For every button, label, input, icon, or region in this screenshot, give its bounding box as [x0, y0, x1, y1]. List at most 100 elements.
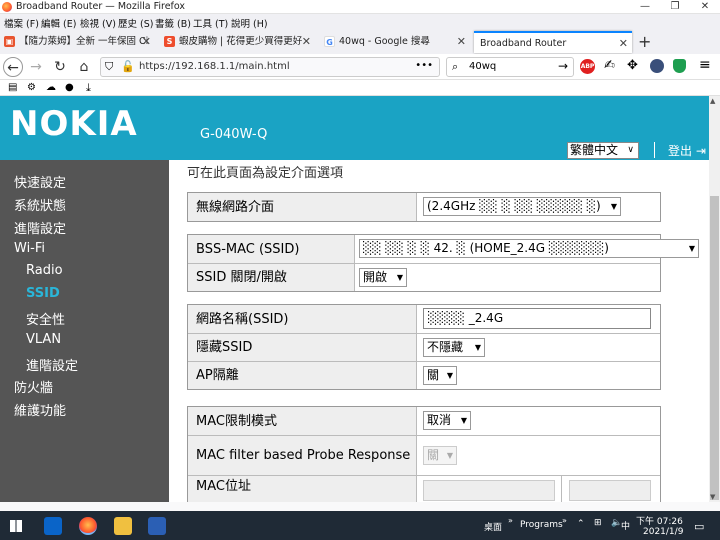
ap-isolation-cell: 關 ▼: [416, 362, 660, 389]
forward-arrow-icon[interactable]: →: [26, 57, 46, 77]
outlook-icon[interactable]: [44, 517, 62, 535]
bss-mac-label: BSS-MAC (SSID): [188, 235, 354, 263]
move-icon[interactable]: ✥: [627, 58, 638, 73]
adblock-icon[interactable]: ABP: [580, 59, 595, 74]
close-tab-icon[interactable]: ✕: [619, 33, 628, 53]
desktop-toolbar[interactable]: 桌面: [484, 520, 502, 533]
ssid-name-input[interactable]: ░░░░ _2.4G: [423, 308, 651, 329]
word-icon[interactable]: [148, 517, 166, 535]
mac-probe-select[interactable]: 關 ▼: [423, 446, 457, 465]
notification-icon[interactable]: ▭: [694, 520, 704, 533]
ssid-toggle-value: 開啟: [363, 270, 388, 284]
mac-addr-input-1[interactable]: [423, 480, 555, 501]
sidebar-item-system-status[interactable]: 系統狀態: [14, 195, 66, 214]
ssid-toggle-select[interactable]: 開啟 ▼: [359, 268, 407, 287]
bss-mac-select[interactable]: ░░ ░░ ░ ░ 42. ░ (HOME_2.4G ░░░░░░) ▼: [359, 239, 699, 258]
translate-icon[interactable]: ✍: [604, 58, 615, 73]
hide-ssid-select[interactable]: 不隱藏 ▼: [423, 338, 485, 357]
logout-link[interactable]: 登出 ⇥: [668, 142, 706, 159]
toolbar-expand-icon[interactable]: »: [508, 516, 513, 525]
clock-time[interactable]: 下午 07:26: [636, 514, 683, 527]
settings-gear-icon[interactable]: ⚙: [27, 82, 36, 93]
sidebar-item-advanced[interactable]: 進階設定: [14, 218, 66, 237]
file-explorer-icon[interactable]: [114, 517, 132, 535]
programs-toolbar[interactable]: Programs: [520, 520, 563, 530]
bookmarks-toolbar: ▤ ⚙ ☁ ● ⤓: [0, 80, 720, 96]
logout-icon: ⇥: [695, 144, 706, 158]
sidebar-item-security[interactable]: 安全性: [26, 309, 65, 328]
reader-icon[interactable]: ▤: [8, 82, 17, 93]
ap-isolation-value: 關: [427, 368, 440, 382]
sidebar-item-vlan[interactable]: VLAN: [26, 332, 61, 347]
close-window-button[interactable]: ✕: [690, 0, 720, 14]
firefox-taskbar-icon[interactable]: [79, 517, 97, 535]
search-box[interactable]: ⌕ 40wq →: [446, 57, 574, 77]
chevron-down-icon: ▼: [396, 273, 403, 282]
scrollbar-thumb[interactable]: [710, 196, 719, 500]
menu-tools[interactable]: 工具 (T): [193, 16, 228, 30]
menu-help[interactable]: 說明 (H): [231, 16, 268, 30]
sidebar-item-ssid[interactable]: SSID: [26, 286, 60, 301]
vpn-shield-icon[interactable]: [673, 59, 686, 73]
sidebar-item-firewall[interactable]: 防火牆: [14, 377, 53, 396]
hamburger-menu-icon[interactable]: ≡: [699, 57, 711, 73]
tab-shop[interactable]: ▣ 【隨力萊姆】全新 一年保固 Ci ✕: [0, 31, 155, 53]
network-icon[interactable]: ⊞: [594, 518, 602, 528]
ap-isolation-select[interactable]: 關 ▼: [423, 366, 457, 385]
tab-shopee[interactable]: S 蝦皮購物 | 花得更少買得更好 ✕: [160, 31, 315, 53]
scroll-up-icon[interactable]: ▲: [710, 97, 715, 105]
sidebar-item-wifi[interactable]: Wi-Fi: [14, 241, 45, 256]
new-tab-icon[interactable]: +: [638, 32, 651, 51]
page-intro: 可在此頁面為設定介面選項: [187, 166, 344, 181]
tab-broadband-router[interactable]: Broadband Router ✕: [474, 31, 632, 53]
download-icon[interactable]: ⤓: [86, 81, 91, 95]
chevron-down-icon: ▼: [446, 451, 453, 460]
ime-indicator[interactable]: 中: [621, 519, 630, 532]
menu-edit[interactable]: 編輯 (E): [41, 16, 76, 30]
extension-icon[interactable]: [650, 59, 664, 73]
ghost-icon[interactable]: ☁: [46, 82, 56, 93]
reload-icon[interactable]: ↻: [50, 57, 70, 77]
close-tab-icon[interactable]: ✕: [302, 31, 311, 53]
restore-button[interactable]: ❐: [660, 0, 690, 14]
tab-bar: ▣ 【隨力萊姆】全新 一年保固 Ci ✕ S 蝦皮購物 | 花得更少買得更好 ✕ G 40…: [0, 30, 720, 54]
windows-start-icon[interactable]: [10, 520, 22, 532]
sidebar-item-wifi-advanced[interactable]: 進階設定: [26, 355, 78, 374]
wireless-interface-select[interactable]: (2.4GHz ░░ ░ ░░ ░░░░░ ░) ▼: [423, 197, 621, 216]
close-tab-icon[interactable]: ✕: [142, 31, 151, 53]
sidebar-item-maintenance[interactable]: 維護功能: [14, 400, 66, 419]
model-name: G-040W-Q: [200, 127, 268, 142]
close-tab-icon[interactable]: ✕: [457, 31, 466, 53]
shop-icon: ▣: [4, 36, 15, 47]
mac-limit-select[interactable]: 取消 ▼: [423, 411, 471, 430]
menu-history[interactable]: 歷史 (S): [118, 16, 153, 30]
github-icon[interactable]: ●: [65, 82, 74, 93]
menu-bookmarks[interactable]: 書籤 (B): [155, 16, 191, 30]
sidebar-item-radio[interactable]: Radio: [26, 263, 63, 278]
clock-date[interactable]: 2021/1/9: [643, 527, 683, 537]
home-icon[interactable]: ⌂: [74, 57, 94, 77]
back-arrow-icon[interactable]: ←: [3, 57, 23, 77]
bss-group: BSS-MAC (SSID) ░░ ░░ ░ ░ 42. ░ (HOME_2.4…: [187, 234, 699, 292]
mac-addr-input-2[interactable]: [569, 480, 651, 501]
tray-chevron-icon[interactable]: ⌃: [577, 519, 585, 529]
url-bar[interactable]: ⛉ 🔓 https://192.168.1.1/main.html •••: [100, 57, 440, 77]
search-go-icon[interactable]: →: [558, 59, 568, 73]
menu-file[interactable]: 檔案 (F): [4, 16, 39, 30]
menu-view[interactable]: 檢視 (V): [80, 16, 116, 30]
hide-ssid-value: 不隱藏: [427, 340, 464, 354]
page-actions-icon[interactable]: •••: [415, 60, 433, 71]
language-select[interactable]: 繁體中文 ∨: [567, 142, 639, 159]
sidebar-item-quick-setup[interactable]: 快速設定: [14, 172, 66, 191]
mac-probe-row: MAC filter based Probe Response 關 ▼: [188, 435, 660, 475]
window-title: Broadband Router — Mozilla Firefox: [16, 1, 186, 12]
scroll-down-icon[interactable]: ▼: [710, 493, 715, 501]
toolbar-expand-icon-2[interactable]: »: [562, 516, 567, 525]
ssid-name-label: 網路名稱(SSID): [188, 305, 416, 333]
mac-probe-cell: 關 ▼: [416, 436, 660, 475]
ssid-toggle-row: SSID 關閉/開啟 開啟 ▼: [188, 263, 660, 291]
shield-icon[interactable]: ⛉: [105, 60, 113, 74]
tab-google[interactable]: G 40wq - Google 搜尋 ✕: [320, 31, 470, 53]
insecure-lock-icon[interactable]: 🔓: [121, 60, 135, 73]
minimize-button[interactable]: —: [630, 0, 660, 14]
